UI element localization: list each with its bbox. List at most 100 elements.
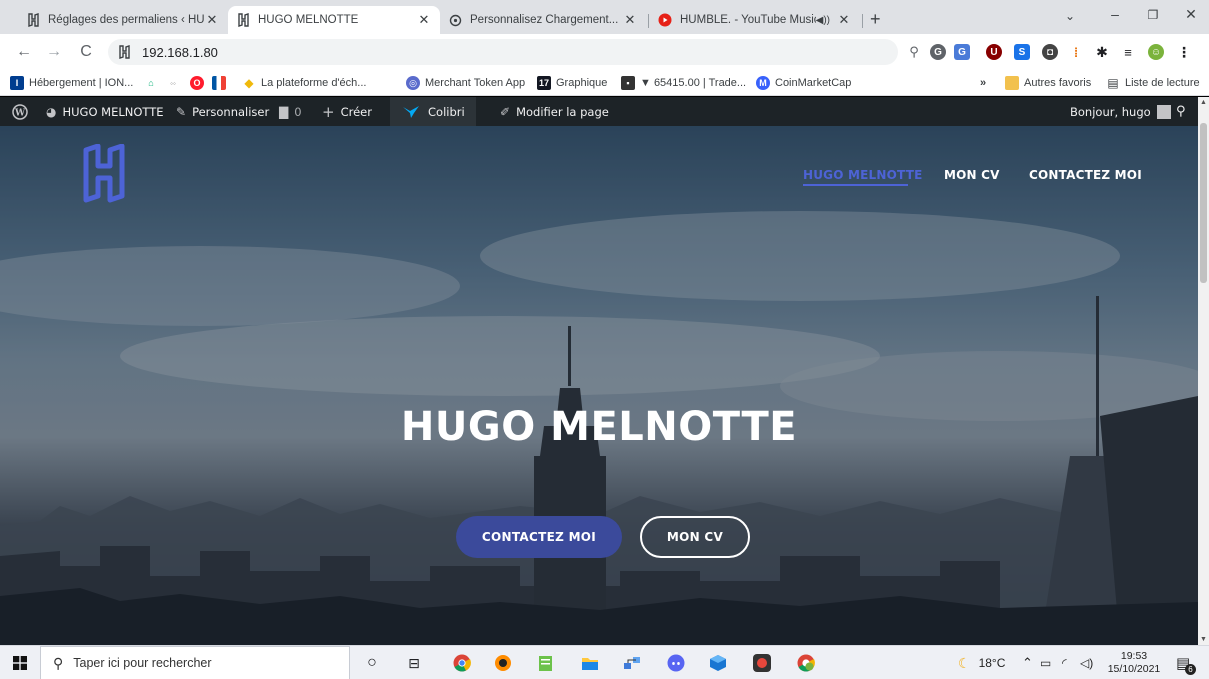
- task-view-icon[interactable]: ⊟: [404, 653, 424, 673]
- nav-item-contactez-moi[interactable]: CONTACTEZ MOI: [1029, 168, 1142, 182]
- wp-user-account[interactable]: Bonjour, hugo: [1070, 97, 1171, 126]
- microphone-icon[interactable]: ⚲: [906, 44, 922, 60]
- bookmark-opera[interactable]: O: [190, 75, 209, 91]
- wp-create-new[interactable]: + Créer: [322, 97, 372, 126]
- bookmark-coinmarketcap[interactable]: M CoinMarketCap: [756, 75, 851, 91]
- s-extension-icon[interactable]: S: [1014, 44, 1030, 60]
- wp-colibri[interactable]: Colibri: [390, 97, 476, 126]
- windows-start-icon[interactable]: [10, 653, 30, 673]
- wp-edit-page-label: Modifier la page: [516, 104, 609, 119]
- wp-customize[interactable]: ✎ Personnaliser: [176, 97, 269, 126]
- site-logo-icon[interactable]: [82, 144, 126, 204]
- tab-youtube-music[interactable]: HUMBLE. - YouTube Music ◀)) ✕: [650, 6, 860, 34]
- nav-item-mon-cv[interactable]: MON CV: [944, 168, 1000, 182]
- clock-date: 15/10/2021: [1107, 663, 1161, 675]
- audio-playing-icon[interactable]: ◀)): [816, 15, 830, 26]
- reading-list-button[interactable]: ▤ Liste de lecture: [1106, 75, 1200, 91]
- restore-window-icon[interactable]: ❐: [1138, 8, 1168, 22]
- clock-time: 19:53: [1120, 650, 1148, 662]
- hero-title: HUGO MELNOTTE: [400, 404, 798, 450]
- discord-icon[interactable]: [666, 653, 686, 673]
- taskbar-search-box[interactable]: ⚲ Taper ici pour rechercher: [40, 646, 350, 679]
- system-clock[interactable]: 19:53 15/10/2021: [1104, 650, 1164, 676]
- bookmark-alien[interactable]: ◦◦: [166, 75, 185, 91]
- network-app-icon[interactable]: [622, 653, 642, 673]
- bookmark-label: CoinMarketCap: [775, 77, 852, 89]
- chrome-icon[interactable]: [452, 653, 472, 673]
- extension-badge-icon[interactable]: G: [930, 44, 946, 60]
- tab-customize[interactable]: Personnalisez Chargement... ✕: [440, 6, 646, 34]
- ionos-icon: I: [10, 76, 24, 90]
- minimize-window-icon[interactable]: –: [1100, 6, 1130, 22]
- wp-comments-count: 0: [294, 104, 302, 119]
- contactez-moi-button[interactable]: CONTACTEZ MOI: [456, 516, 622, 558]
- honey-extension-icon[interactable]: ⁞: [1068, 44, 1084, 60]
- bookmark-site[interactable]: ⌂: [144, 75, 163, 91]
- translate-extension-icon[interactable]: G: [954, 44, 970, 60]
- close-tab-icon[interactable]: ✕: [416, 12, 432, 28]
- bookmark-merchant-token[interactable]: ◎ Merchant Token App: [406, 75, 525, 91]
- close-tab-icon[interactable]: ✕: [836, 12, 852, 28]
- svg-text:W: W: [14, 108, 26, 118]
- wp-site-name[interactable]: ◕ HUGO MELNOTTE: [46, 97, 164, 126]
- cortana-icon[interactable]: ○: [362, 653, 382, 673]
- new-tab-button[interactable]: +: [870, 10, 881, 28]
- bookmark-trade[interactable]: ▪ ▼ 65415.00 | Trade...: [621, 75, 746, 91]
- close-tab-icon[interactable]: ✕: [204, 12, 220, 28]
- weather-widget[interactable]: ☾ 18°C: [958, 646, 1005, 679]
- screen-extension-icon[interactable]: ◘: [1042, 44, 1058, 60]
- wp-customize-label: Personnaliser: [192, 104, 270, 119]
- bookmark-binance[interactable]: ◆ La plateforme d'éch...: [242, 75, 366, 91]
- browser-menu-icon[interactable]: ⋮: [1176, 44, 1192, 60]
- moon-weather-icon: ☾: [958, 654, 971, 671]
- mon-cv-button[interactable]: MON CV: [640, 516, 750, 558]
- file-explorer-icon[interactable]: [580, 653, 600, 673]
- close-tab-icon[interactable]: ✕: [622, 12, 638, 28]
- volume-icon[interactable]: ◁): [1080, 646, 1093, 679]
- davinci-resolve-icon[interactable]: [752, 653, 772, 673]
- forward-arrow-icon[interactable]: →: [44, 42, 64, 62]
- tab-hugo-melnotte[interactable]: HUGO MELNOTTE ✕: [228, 6, 440, 34]
- scrollbar-thumb[interactable]: [1200, 123, 1207, 283]
- fl-studio-icon[interactable]: [493, 653, 513, 673]
- hero-section: HUGO MELNOTTE MON CV CONTACTEZ MOI HUGO …: [0, 126, 1198, 645]
- notepad-icon[interactable]: [536, 653, 556, 673]
- page-scrollbar[interactable]: ▲ ▼: [1198, 97, 1209, 645]
- tab-search-chevron-icon[interactable]: ⌄: [1055, 9, 1085, 23]
- wordpress-logo-icon[interactable]: W: [12, 97, 28, 126]
- wp-admin-bar: W ◕ HUGO MELNOTTE ✎ Personnaliser ▇ 0 + …: [0, 97, 1209, 126]
- scroll-up-icon[interactable]: ▲: [1198, 97, 1209, 108]
- virtualbox-icon[interactable]: [708, 653, 728, 673]
- bookmark-france[interactable]: [212, 75, 231, 91]
- wp-search-icon[interactable]: ⚲: [1176, 97, 1186, 126]
- reload-icon[interactable]: C: [76, 42, 96, 62]
- scroll-down-icon[interactable]: ▼: [1198, 634, 1209, 645]
- address-bar[interactable]: 192.168.1.80: [108, 39, 898, 65]
- other-favorites-folder[interactable]: Autres favoris: [1005, 75, 1091, 91]
- close-window-icon[interactable]: ✕: [1176, 6, 1206, 23]
- folder-icon: [1005, 76, 1019, 90]
- ublock-icon[interactable]: U: [986, 44, 1002, 60]
- dashboard-gauge-icon: ◕: [46, 104, 57, 119]
- chrome-profile-icon[interactable]: [796, 653, 816, 673]
- wp-comments[interactable]: ▇ 0: [279, 97, 302, 126]
- pencil-icon: ✐: [500, 104, 511, 119]
- battery-icon[interactable]: ▭: [1040, 646, 1051, 679]
- bookmark-ionos[interactable]: I Hébergement | ION...: [10, 75, 133, 91]
- wifi-icon[interactable]: ◜: [1062, 646, 1067, 679]
- bookmarks-overflow-button[interactable]: »: [980, 75, 986, 91]
- tab-permalinks[interactable]: Réglages des permaliens ‹ HUGO ✕: [18, 6, 228, 34]
- wp-edit-page[interactable]: ✐ Modifier la page: [500, 97, 609, 126]
- bookmark-graphique[interactable]: 17 Graphique: [537, 75, 607, 91]
- nav-item-hugo-melnotte[interactable]: HUGO MELNOTTE: [803, 168, 923, 182]
- reading-list-label: Liste de lecture: [1125, 77, 1200, 89]
- tab-title: HUMBLE. - YouTube Music: [680, 14, 816, 26]
- tab-separator: [862, 14, 863, 28]
- back-arrow-icon[interactable]: ←: [14, 42, 34, 62]
- show-hidden-icons-chevron[interactable]: ⌃: [1022, 646, 1033, 679]
- media-queue-icon[interactable]: ≡: [1120, 44, 1136, 60]
- notification-center[interactable]: ▤ 6: [1176, 646, 1196, 679]
- taskbar-search-placeholder: Taper ici pour rechercher: [73, 656, 212, 670]
- extensions-puzzle-icon[interactable]: ✱: [1094, 44, 1110, 60]
- profile-avatar[interactable]: ☺: [1148, 44, 1164, 60]
